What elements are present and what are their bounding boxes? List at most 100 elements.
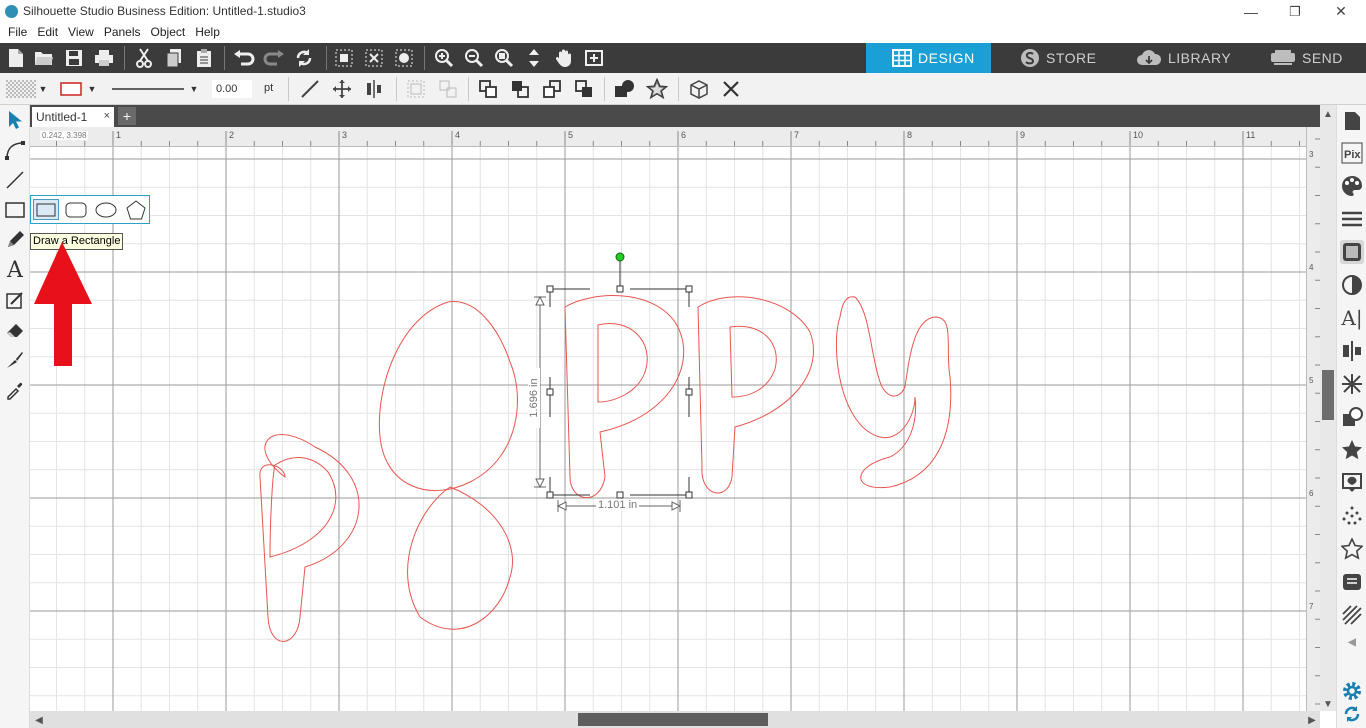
send-backward-icon[interactable]: [540, 77, 564, 101]
group-icon[interactable]: [404, 77, 428, 101]
rotate-handle[interactable]: [615, 252, 625, 262]
line-width-input[interactable]: [212, 80, 252, 98]
scroll-down-arrow[interactable]: ▼: [1321, 697, 1335, 711]
move-icon[interactable]: [330, 77, 354, 101]
fill-color-palette-icon[interactable]: [1340, 174, 1364, 198]
line-tool-icon[interactable]: [298, 77, 322, 101]
undo-icon[interactable]: [232, 46, 256, 70]
line-tool-icon[interactable]: [3, 168, 27, 192]
bring-forward-icon[interactable]: [508, 77, 532, 101]
scroll-up-arrow[interactable]: ▲: [1321, 107, 1335, 121]
select-pointer-icon[interactable]: [3, 108, 27, 132]
star-shape-icon[interactable]: [644, 77, 670, 101]
menu-view[interactable]: View: [63, 23, 99, 43]
line-color-dropdown-arrow[interactable]: ▼: [86, 77, 98, 101]
resize-handle[interactable]: [685, 388, 693, 396]
select-all-icon[interactable]: [332, 46, 356, 70]
new-document-icon[interactable]: [4, 46, 28, 70]
resize-handle[interactable]: [546, 285, 554, 293]
line-style-dropdown-arrow[interactable]: ▼: [188, 77, 200, 101]
sync-icon[interactable]: [1340, 702, 1364, 726]
paste-icon[interactable]: [192, 46, 216, 70]
fill-pattern-swatch[interactable]: [6, 77, 36, 101]
layers-panel-icon[interactable]: [1340, 570, 1364, 594]
eyedropper-icon[interactable]: [3, 378, 27, 402]
zoom-selection-icon[interactable]: [492, 46, 516, 70]
delete-icon[interactable]: [718, 77, 744, 101]
design-canvas[interactable]: 1.696 in 1.101 in: [30, 147, 1306, 711]
rhinestone-panel-icon[interactable]: [1340, 537, 1364, 561]
transform-panel-icon[interactable]: [1340, 339, 1364, 363]
draw-polygon-button[interactable]: [123, 199, 149, 220]
horizontal-scroll-thumb[interactable]: [578, 713, 768, 726]
resize-handle[interactable]: [685, 491, 693, 499]
cut-icon[interactable]: [132, 46, 156, 70]
pan-zoom-icon[interactable]: [522, 46, 546, 70]
align-icon[interactable]: [362, 77, 386, 101]
menu-help[interactable]: Help: [190, 23, 225, 43]
draw-rounded-rectangle-button[interactable]: [63, 199, 89, 220]
zoom-in-icon[interactable]: [432, 46, 456, 70]
menu-panels[interactable]: Panels: [99, 23, 146, 43]
minimize-button[interactable]: —: [1228, 0, 1274, 23]
close-window-button[interactable]: ✕: [1318, 0, 1364, 23]
line-style-preview[interactable]: [110, 77, 186, 101]
modify-panel-icon[interactable]: [1340, 405, 1364, 429]
scroll-right-arrow[interactable]: ▶: [1305, 713, 1319, 727]
nesting-panel-icon[interactable]: [1340, 603, 1364, 627]
document-tab[interactable]: Untitled-1 ×: [32, 107, 114, 127]
pixscan-icon[interactable]: Pix: [1340, 141, 1364, 165]
text-style-icon[interactable]: A|: [1340, 306, 1364, 330]
draw-ellipse-button[interactable]: [93, 199, 119, 220]
zoom-out-icon[interactable]: [462, 46, 486, 70]
text-tool-icon[interactable]: A: [3, 258, 27, 283]
select-by-color-icon[interactable]: [392, 46, 416, 70]
offset-panel-icon[interactable]: [1340, 438, 1364, 462]
menu-object[interactable]: Object: [146, 23, 191, 43]
save-icon[interactable]: [62, 46, 86, 70]
fill-pattern-panel-icon[interactable]: [1340, 240, 1364, 264]
close-tab-icon[interactable]: ×: [104, 110, 110, 122]
menu-edit[interactable]: Edit: [32, 23, 63, 43]
tab-send[interactable]: SEND: [1270, 43, 1366, 73]
collapse-panel-arrow[interactable]: ◀: [1340, 630, 1364, 654]
sketch-panel-icon[interactable]: [1340, 504, 1364, 528]
weld-icon[interactable]: [612, 77, 638, 101]
copy-icon[interactable]: [162, 46, 186, 70]
replicate-panel-icon[interactable]: [1340, 372, 1364, 396]
tab-design[interactable]: DESIGN: [866, 43, 991, 73]
edit-points-icon[interactable]: [3, 138, 27, 162]
redraw-icon[interactable]: [292, 46, 316, 70]
line-style-panel-icon[interactable]: [1340, 207, 1364, 231]
ungroup-icon[interactable]: [436, 77, 460, 101]
fill-dropdown-arrow[interactable]: ▼: [37, 77, 49, 101]
tab-library[interactable]: LIBRARY: [1136, 43, 1256, 73]
eraser-icon[interactable]: [3, 318, 27, 342]
resize-handle[interactable]: [616, 491, 624, 499]
draw-rectangle-button[interactable]: [33, 199, 59, 220]
page-setup-icon[interactable]: [1340, 109, 1364, 133]
resize-handle[interactable]: [685, 285, 693, 293]
deselect-icon[interactable]: [362, 46, 386, 70]
trace-panel-icon[interactable]: [1340, 471, 1364, 495]
fit-to-page-icon[interactable]: [582, 46, 606, 70]
fill-gradient-icon[interactable]: [1340, 273, 1364, 297]
line-color-swatch[interactable]: [58, 77, 84, 101]
add-tab-button[interactable]: +: [118, 107, 136, 125]
knife-tool-icon[interactable]: [3, 348, 27, 372]
resize-handle[interactable]: [616, 285, 624, 293]
print-icon[interactable]: [92, 46, 116, 70]
menu-file[interactable]: File: [3, 23, 32, 43]
drawing-tablet-icon[interactable]: [3, 288, 27, 312]
scroll-left-arrow[interactable]: ◀: [32, 713, 46, 727]
restore-button[interactable]: ❐: [1272, 0, 1318, 23]
redo-icon[interactable]: [262, 46, 286, 70]
resize-handle[interactable]: [546, 491, 554, 499]
replicate-icon[interactable]: [686, 77, 712, 101]
tab-store[interactable]: STORE: [1020, 43, 1130, 73]
settings-gear-icon[interactable]: [1340, 679, 1364, 703]
vertical-scroll-thumb[interactable]: [1322, 370, 1334, 420]
resize-handle[interactable]: [546, 388, 554, 396]
hand-tool-icon[interactable]: [552, 46, 576, 70]
open-folder-icon[interactable]: [32, 46, 56, 70]
